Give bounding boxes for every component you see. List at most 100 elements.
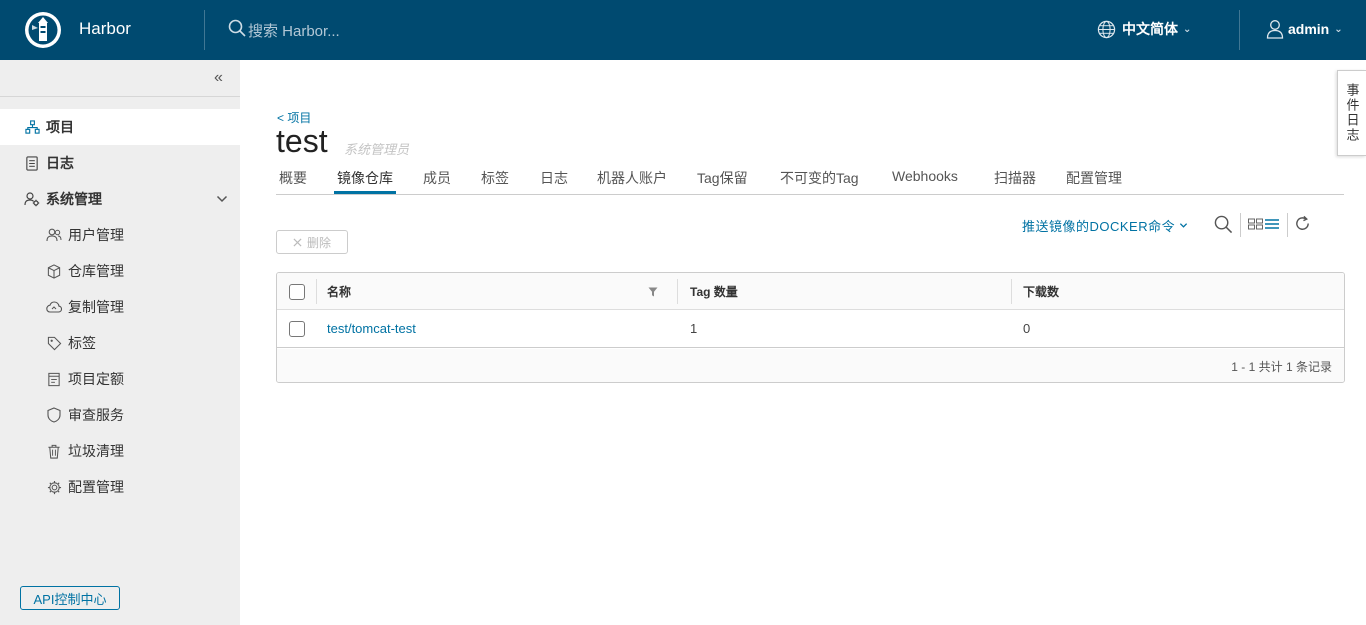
chevron-down-icon [1179, 221, 1188, 230]
users-icon [46, 227, 62, 243]
sidebar-item-label: 仓库管理 [68, 263, 124, 279]
header-divider [204, 10, 205, 50]
toolbar-divider [1240, 213, 1241, 237]
chevron-down-icon[interactable] [216, 192, 228, 208]
column-header-tag-count[interactable]: Tag 数量 [690, 273, 738, 309]
refresh-icon[interactable] [1294, 215, 1311, 232]
sidebar-item-label: 垃圾清理 [68, 443, 124, 459]
select-all-checkbox[interactable] [289, 284, 305, 300]
search-input[interactable]: 搜索 Harbor... [248, 20, 340, 41]
sidebar-divider [0, 96, 240, 97]
sidebar-item-configuration[interactable]: 配置管理 [0, 469, 240, 505]
tag-icon [46, 335, 62, 351]
table-header: 名称 Tag 数量 下载数 [277, 273, 1344, 310]
tab-configuration[interactable]: 配置管理 [1066, 168, 1122, 188]
shield-icon [46, 407, 62, 423]
pagination-summary: 1 - 1 共计 1 条记录 [1231, 360, 1332, 374]
list-view-icon[interactable] [1265, 218, 1279, 230]
sidebar-item-quotas[interactable]: 项目定额 [0, 361, 240, 397]
event-log-tab[interactable]: 事件日志 [1337, 70, 1366, 156]
sidebar-item-label: 审查服务 [68, 407, 124, 423]
tab-scanner[interactable]: 扫描器 [994, 168, 1036, 188]
filter-icon[interactable] [648, 287, 658, 297]
search-icon[interactable] [1214, 215, 1233, 234]
sidebar-item-garbage-collection[interactable]: 垃圾清理 [0, 433, 240, 469]
sidebar-item-label: 复制管理 [68, 299, 124, 315]
project-role: 系统管理员 [344, 142, 410, 157]
table-row[interactable]: test/tomcat-test 1 0 [277, 310, 1344, 348]
sidebar-item-label: 系统管理 [46, 191, 102, 207]
language-selector[interactable]: 中文简体 ⌄ [1097, 19, 1191, 39]
brand-name[interactable]: Harbor [79, 19, 131, 39]
tab-webhooks[interactable]: Webhooks [892, 168, 958, 184]
user-menu[interactable]: admin ⌄ [1266, 19, 1343, 39]
sidebar-item-label: 项目定额 [68, 371, 124, 387]
tab-labels[interactable]: 标签 [481, 168, 509, 188]
top-header: Harbor 搜索 Harbor... 中文简体 ⌄ admin ⌄ [0, 0, 1366, 60]
column-divider [1011, 279, 1012, 304]
sidebar-item-registries[interactable]: 仓库管理 [0, 253, 240, 289]
sidebar-item-labels[interactable]: 标签 [0, 325, 240, 361]
search-icon [228, 19, 246, 42]
admin-icon [24, 191, 40, 207]
quota-icon [46, 371, 62, 387]
sidebar-item-label: 项目 [46, 119, 74, 135]
log-icon [24, 155, 40, 171]
repository-name-link[interactable]: test/tomcat-test [327, 310, 416, 347]
delete-button[interactable]: 删除 [276, 230, 348, 254]
event-log-label: 事件日志 [1344, 83, 1360, 143]
language-label: 中文简体 [1122, 21, 1178, 37]
page-title: test [276, 123, 328, 159]
tab-repositories[interactable]: 镜像仓库 [337, 168, 393, 188]
projects-icon [24, 119, 40, 135]
user-icon [1266, 19, 1284, 39]
gear-icon [46, 479, 62, 495]
tab-immutable-tags[interactable]: 不可变的Tag [780, 168, 859, 188]
globe-icon [1097, 20, 1116, 39]
repository-table: 名称 Tag 数量 下载数 test/tomcat-test 1 0 1 - 1… [276, 272, 1345, 383]
sidebar-item-replications[interactable]: 复制管理 [0, 289, 240, 325]
sidebar-item-projects[interactable]: 项目 [0, 109, 240, 145]
toolbar-divider [1287, 213, 1288, 237]
push-command-label: 推送镜像的DOCKER命令 [1022, 219, 1176, 234]
trash-icon [46, 443, 62, 459]
tab-robot-accounts[interactable]: 机器人账户 [597, 168, 667, 188]
replication-icon [46, 299, 62, 315]
tab-tag-retention[interactable]: Tag保留 [697, 168, 748, 188]
pull-count-cell: 0 [1023, 321, 1031, 336]
table-footer: 1 - 1 共计 1 条记录 [277, 349, 1344, 382]
tab-summary[interactable]: 概要 [279, 168, 307, 188]
sidebar-item-label: 配置管理 [68, 479, 124, 495]
user-name: admin [1288, 21, 1330, 37]
active-tab-indicator [334, 191, 396, 194]
sidebar-item-logs[interactable]: 日志 [0, 145, 240, 181]
project-tabs: 概要 镜像仓库 成员 标签 日志 机器人账户 Tag保留 不可变的Tag Web… [276, 162, 1344, 195]
tag-count-cell: 1 [690, 321, 698, 336]
delete-label: 删除 [306, 235, 331, 250]
collapse-sidebar-icon[interactable]: « [214, 69, 223, 87]
global-search[interactable]: 搜索 Harbor... [228, 19, 340, 41]
push-command-dropdown[interactable]: 推送镜像的DOCKER命令 [1022, 216, 1188, 235]
sidebar: « 项目 日志 系统管理 用户管理 仓库管理 复制管理 标签 项目定额 审查服务… [0, 60, 240, 625]
chevron-down-icon: ⌄ [1334, 23, 1343, 35]
row-checkbox[interactable] [289, 321, 305, 337]
api-explorer-button[interactable]: API控制中心 [20, 586, 120, 610]
chevron-down-icon: ⌄ [1183, 23, 1192, 35]
tab-members[interactable]: 成员 [423, 168, 451, 188]
card-view-icon[interactable] [1248, 218, 1264, 230]
registry-icon [46, 263, 62, 279]
column-header-name[interactable]: 名称 [327, 273, 351, 309]
sidebar-item-label: 标签 [68, 335, 96, 351]
column-divider [316, 279, 317, 304]
column-header-pulls[interactable]: 下载数 [1023, 273, 1059, 309]
sidebar-item-label: 用户管理 [68, 227, 124, 243]
tab-logs[interactable]: 日志 [540, 168, 568, 188]
column-divider [677, 279, 678, 304]
sidebar-item-interrogation-services[interactable]: 审查服务 [0, 397, 240, 433]
harbor-logo-icon[interactable] [24, 11, 62, 49]
sidebar-item-users[interactable]: 用户管理 [0, 217, 240, 253]
close-icon [293, 237, 302, 247]
sidebar-item-label: 日志 [46, 155, 74, 171]
header-divider [1239, 10, 1240, 50]
sidebar-item-administration[interactable]: 系统管理 [0, 181, 240, 217]
